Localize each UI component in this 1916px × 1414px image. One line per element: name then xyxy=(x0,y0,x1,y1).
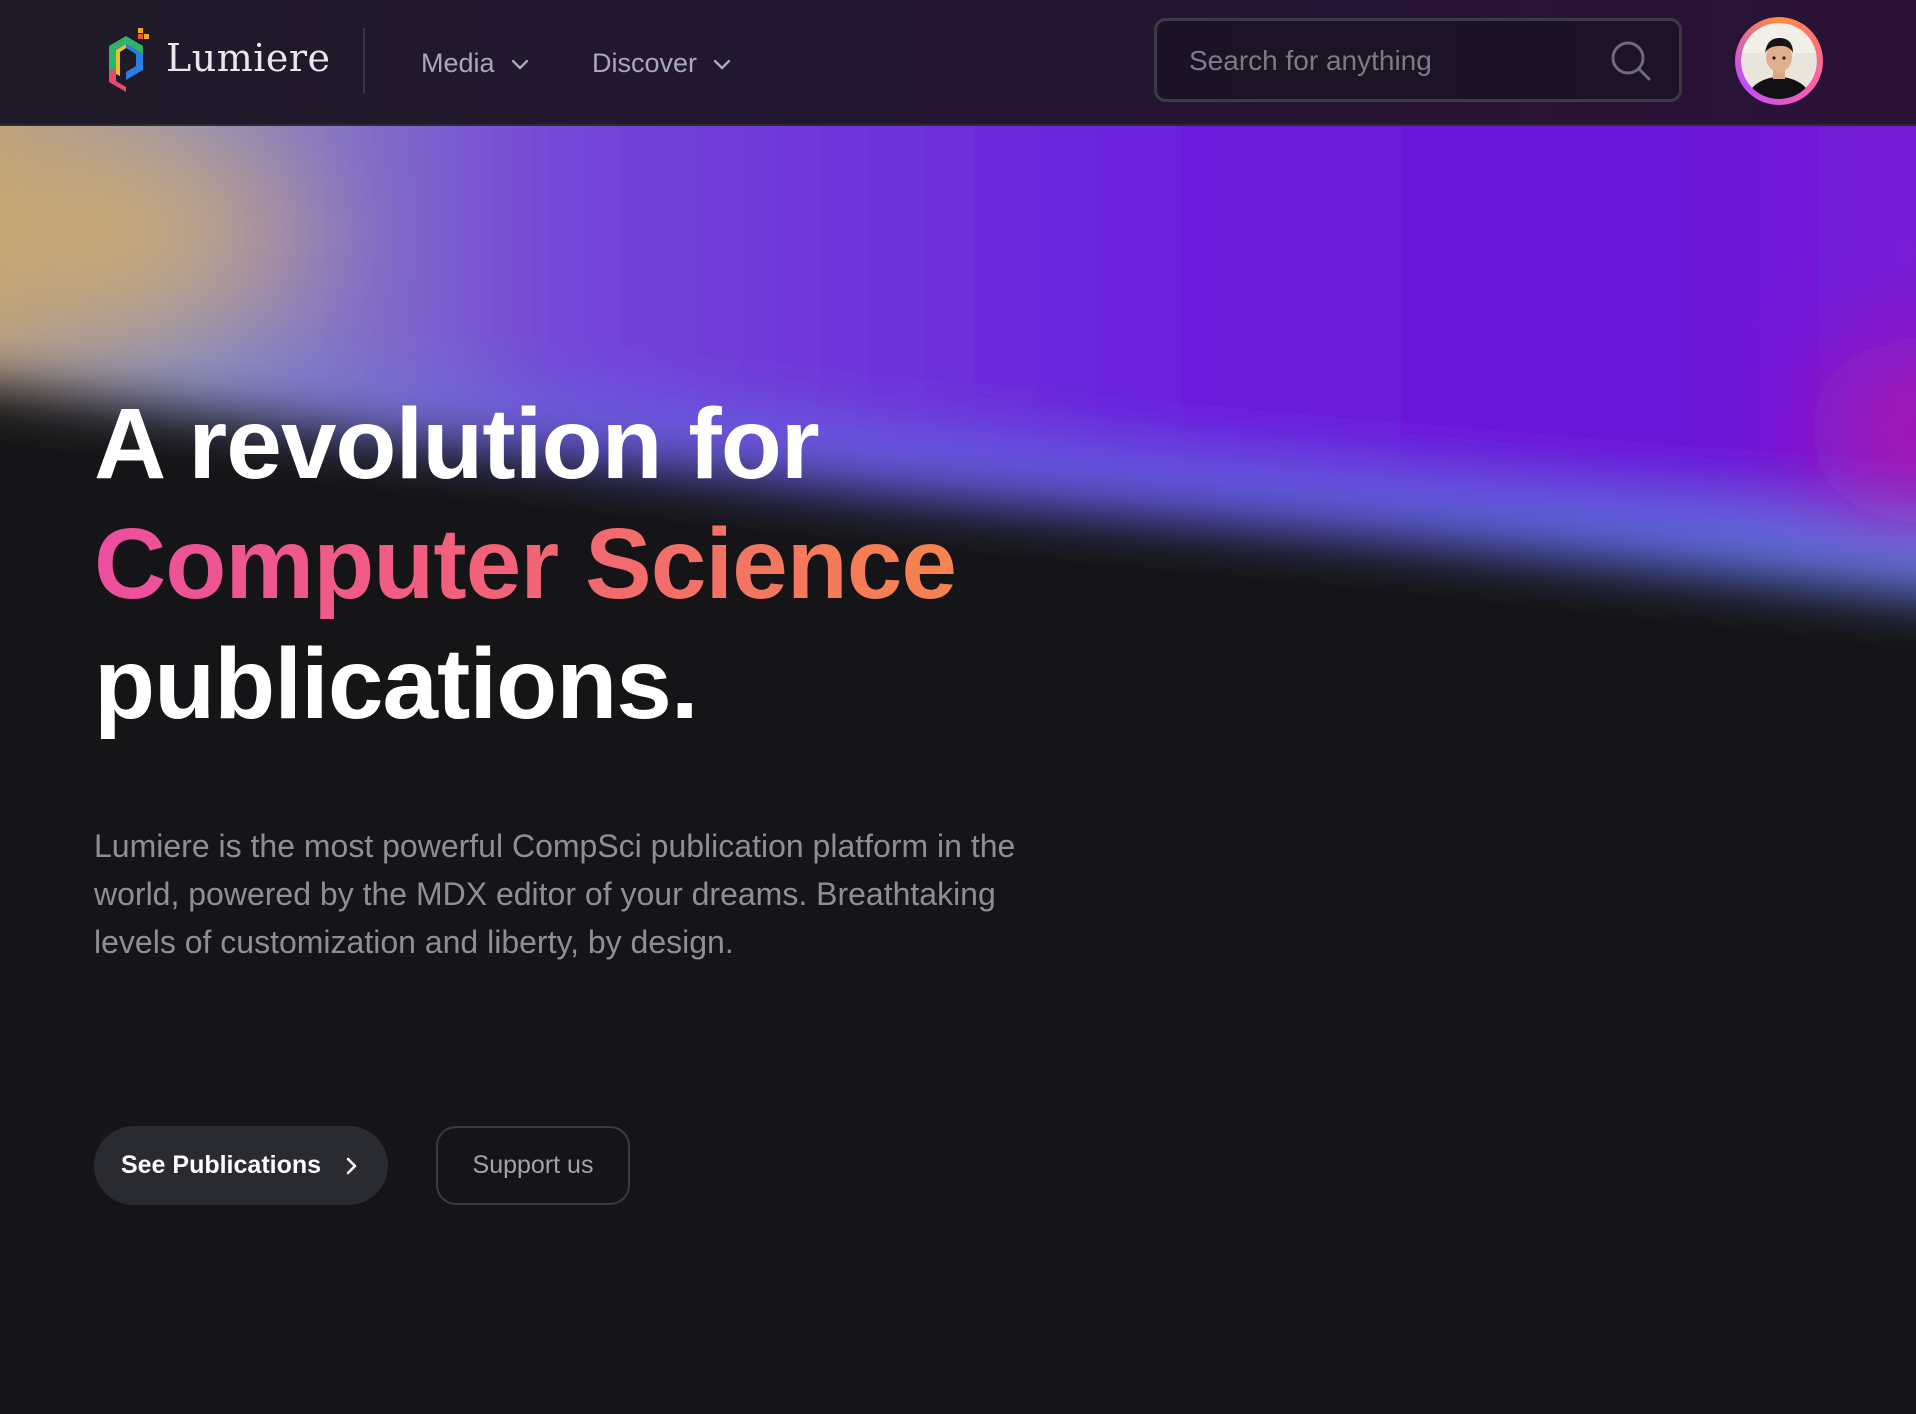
nav-media-dropdown[interactable]: Media xyxy=(421,48,531,79)
see-publications-label: See Publications xyxy=(120,1151,322,1179)
search-input[interactable] xyxy=(1187,35,1591,87)
nav-media-label: Media xyxy=(421,48,495,78)
landing-page: Lumiere Media Discover Search for anythi… xyxy=(0,0,1916,1414)
hero-headline: A revolution for Computer Science public… xyxy=(94,384,957,744)
brand-name[interactable]: Lumiere xyxy=(166,36,331,80)
hero-description: Lumiere is the most powerful CompSci pub… xyxy=(94,828,1016,960)
avatar-photo xyxy=(1741,23,1817,99)
chevron-right-icon xyxy=(346,1157,357,1174)
top-nav-bar: Lumiere Media Discover xyxy=(0,0,1916,126)
lumiere-logo-icon[interactable] xyxy=(103,26,149,92)
support-us-button[interactable]: Support us xyxy=(436,1126,630,1205)
chevron-down-icon xyxy=(511,59,528,69)
nav-discover-label: Discover xyxy=(592,48,698,78)
chevron-down-icon xyxy=(713,59,731,69)
headline-line-1: A revolution for xyxy=(94,388,820,500)
headline-line-3: publications. xyxy=(94,628,699,740)
headline-accent: Computer Science xyxy=(94,504,957,624)
search-box[interactable] xyxy=(1154,18,1682,102)
see-publications-button[interactable]: See Publications xyxy=(94,1126,388,1205)
search-icon[interactable] xyxy=(1609,39,1653,83)
nav-discover-dropdown[interactable]: Discover xyxy=(592,48,733,79)
user-avatar[interactable] xyxy=(1735,17,1823,105)
header-divider xyxy=(363,28,365,94)
